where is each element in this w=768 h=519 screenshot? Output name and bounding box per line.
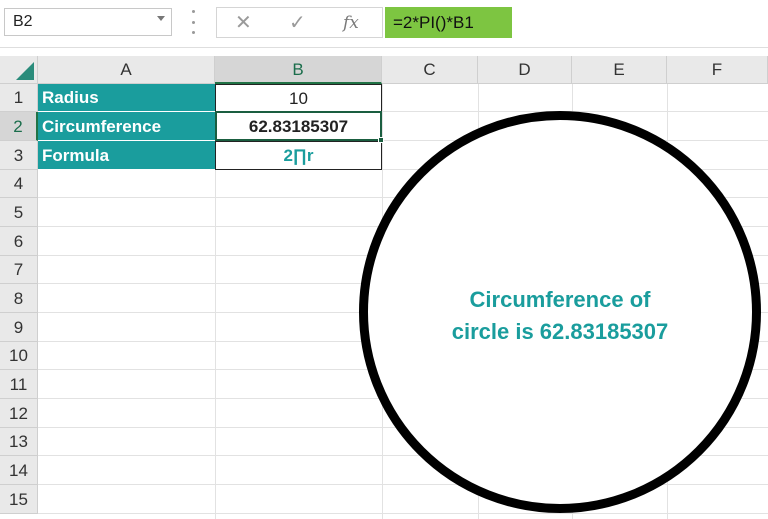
formula-text: =2*PI()*B1	[393, 13, 474, 32]
cell-b1[interactable]: 10	[215, 84, 382, 113]
active-cell-border	[215, 111, 382, 141]
column-header-a[interactable]: A	[38, 56, 215, 84]
row-header-1[interactable]: 1	[0, 84, 38, 112]
chevron-down-icon[interactable]	[157, 16, 165, 21]
circle-label-line-1: Circumference of	[469, 287, 651, 312]
column-header-e[interactable]: E	[572, 56, 667, 84]
row-header-5[interactable]: 5	[0, 198, 38, 227]
row-header-6[interactable]: 6	[0, 227, 38, 256]
circle-label: Circumference of circle is 62.83185307	[400, 284, 720, 348]
column-header-f[interactable]: F	[667, 56, 768, 84]
column-header-b[interactable]: B	[215, 56, 382, 84]
row-header-8[interactable]: 8	[0, 284, 38, 313]
row-header-15[interactable]: 15	[0, 485, 38, 514]
insert-function-icon[interactable]: fx	[343, 12, 359, 34]
row-header-4[interactable]: 4	[0, 170, 38, 198]
name-box[interactable]: B2	[4, 8, 172, 36]
cell-b3[interactable]: 2∏r	[215, 141, 382, 170]
cell-a2[interactable]: Circumference	[38, 112, 215, 141]
row-header-10[interactable]: 10	[0, 342, 38, 370]
select-all-button[interactable]	[0, 56, 38, 84]
formula-bar-buttons: ✕ ✓ fx	[216, 7, 383, 38]
row-header-14[interactable]: 14	[0, 456, 38, 485]
row-header-11[interactable]: 11	[0, 370, 38, 399]
circle-label-line-2: circle is 62.83185307	[451, 319, 669, 344]
more-options-icon[interactable]	[191, 10, 195, 34]
row-header-7[interactable]: 7	[0, 256, 38, 284]
fill-handle[interactable]	[378, 137, 384, 143]
row-header-13[interactable]: 13	[0, 428, 38, 456]
select-all-triangle-icon	[16, 62, 34, 80]
formula-bar-divider	[0, 47, 768, 48]
cancel-icon[interactable]: ✕	[235, 12, 252, 34]
column-header-c[interactable]: C	[382, 56, 478, 84]
row-header-3[interactable]: 3	[0, 141, 38, 170]
formula-bar: B2 ✕ ✓ fx =2*PI()*B1	[0, 0, 768, 48]
name-box-value: B2	[13, 13, 33, 30]
cell-a1[interactable]: Radius	[38, 84, 215, 112]
grid-line	[38, 513, 768, 514]
column-header-d[interactable]: D	[478, 56, 572, 84]
formula-input[interactable]: =2*PI()*B1	[385, 7, 512, 38]
cell-a3[interactable]: Formula	[38, 141, 215, 170]
enter-check-icon[interactable]: ✓	[289, 12, 306, 34]
row-header-2[interactable]: 2	[0, 112, 38, 141]
row-header-9[interactable]: 9	[0, 313, 38, 342]
row-header-12[interactable]: 12	[0, 399, 38, 428]
